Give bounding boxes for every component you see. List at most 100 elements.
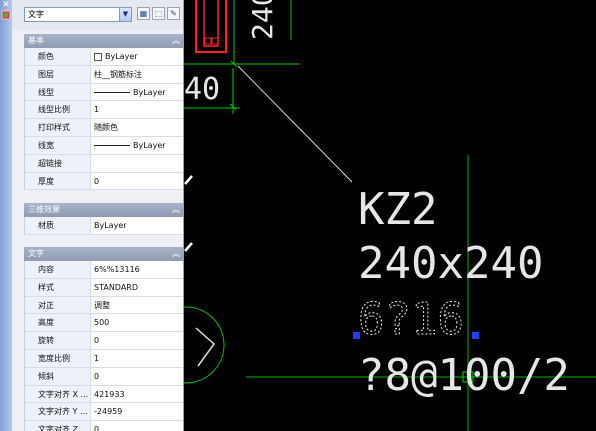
property-label: 超链接 [25,154,91,172]
property-value[interactable]: ByLayer [92,48,183,65]
collapse-icon[interactable]: ︽ [172,34,180,48]
section-title: 文字 [28,249,44,258]
property-row-linetype[interactable]: 线型 ByLayer [25,83,183,102]
property-row-rotation[interactable]: 旋转 0 [25,332,183,350]
property-label: 旋转 [25,332,91,349]
object-type-value: 文字 [28,10,44,19]
property-row-obliquing[interactable]: 倾斜 0 [25,367,183,386]
property-value[interactable]: ByLayer [92,84,183,101]
property-row-thickness[interactable]: 厚度 0 [25,172,183,191]
dimension-text-left: 40 [184,72,220,107]
property-value[interactable]: 500 [92,314,183,331]
lineweight-value: ByLayer [133,140,166,150]
close-icon[interactable]: ✕ [2,1,10,10]
section-header[interactable]: 基本 ︽ [24,34,183,48]
grip-handle[interactable] [353,332,360,339]
palette-options-icon[interactable] [1,10,11,20]
property-value[interactable]: 0 [92,173,183,190]
property-value[interactable]: ByLayer [92,137,183,154]
drawing-fragment [184,242,193,252]
property-value[interactable]: 6%%13116 [92,261,183,278]
collapse-icon[interactable]: ︽ [172,203,180,217]
property-value[interactable]: 调整 [92,297,183,314]
property-label: 文字对齐 X ... [25,385,91,403]
property-label: 图层 [25,65,91,83]
property-row-color[interactable]: 颜色 ByLayer [25,48,183,66]
property-row-hyperlink[interactable]: 超链接 [25,154,183,173]
property-value[interactable]: 柱__钢筋标注 [92,66,183,83]
section-general: 基本 ︽ 颜色 ByLayer 图层 柱__钢筋标注 线型 ByLayer 线型… [24,34,183,191]
property-value[interactable]: 0 [92,332,183,349]
property-row-material[interactable]: 材质 ByLayer [25,217,183,235]
property-value[interactable]: ByLayer [92,217,183,234]
property-value[interactable]: 随颜色 [92,119,183,136]
property-label: 内容 [25,261,91,278]
rebar-marker [211,37,219,45]
property-label: 线型比例 [25,101,91,119]
property-label: 打印样式 [25,119,91,136]
chevron-down-icon[interactable]: ▼ [119,8,131,21]
property-label: 样式 [25,278,91,296]
color-value: ByLayer [105,52,138,61]
color-swatch-icon [94,52,102,61]
property-row-contents[interactable]: 内容 6%%13116 [25,261,183,279]
axis-bubble-symbol [195,327,216,367]
property-value[interactable]: 1 [92,101,183,118]
property-rows: 颜色 ByLayer 图层 柱__钢筋标注 线型 ByLayer 线型比例 1 … [24,48,183,191]
property-label: 倾斜 [25,367,91,385]
column-size-text: 240x240 [358,238,543,289]
property-row-linetype-scale[interactable]: 线型比例 1 [25,101,183,120]
section-title: 三维效果 [28,205,60,214]
property-row-align-x[interactable]: 文字对齐 X ... 421933 [25,385,183,404]
property-value[interactable]: 1 [92,350,183,367]
property-label: 文字对齐 Z [25,421,91,431]
grip-handle[interactable] [472,332,479,339]
property-label: 宽度比例 [25,349,91,367]
quick-select-icon[interactable]: ▦ [137,7,150,20]
property-rows: 内容 6%%13116 样式 STANDARD 对正 调整 高度 500 旋转 … [24,261,183,431]
lineweight-sample-icon [94,144,130,146]
object-type-select[interactable]: 文字 ▼ [24,7,132,22]
property-value[interactable]: 0 [92,368,183,385]
property-label: 高度 [25,314,91,332]
property-value[interactable] [92,155,183,172]
property-value[interactable]: 421933 [92,386,183,403]
select-objects-icon[interactable]: ⬚ [152,7,165,20]
property-row-align-y[interactable]: 文字对齐 Y ... -24959 [25,403,183,422]
column-label-text: KZ2 [358,184,437,235]
property-rows: 材质 ByLayer [24,217,183,235]
section-header[interactable]: 文字 ︽ [24,247,183,261]
property-row-plot-style[interactable]: 打印样式 随颜色 [25,119,183,137]
palette-title-strip[interactable]: ✕ [0,0,12,431]
collapse-icon[interactable]: ︽ [172,247,180,261]
property-label: 颜色 [25,48,91,65]
rebar-marker [204,37,212,45]
property-row-width-factor[interactable]: 宽度比例 1 [25,349,183,368]
property-label: 线型 [25,83,91,101]
toggle-pickadd-icon[interactable]: ✎ [167,7,180,20]
property-value[interactable]: STANDARD [92,279,183,296]
property-row-height[interactable]: 高度 500 [25,314,183,333]
dimension-text-vertical: 240 [246,0,279,40]
property-label: 材质 [25,217,91,234]
property-label: 文字对齐 Y ... [25,403,91,421]
property-row-align-z[interactable]: 文字对齐 Z 0 [25,421,183,431]
linetype-sample-icon [94,91,130,93]
leader-line [237,65,353,183]
palette-toolbar: 文字 ▼ ▦ ⬚ ✎ [12,0,183,30]
property-label: 对正 [25,296,91,314]
property-row-style[interactable]: 样式 STANDARD [25,278,183,297]
section-text: 文字 ︽ 内容 6%%13116 样式 STANDARD 对正 调整 高度 50… [24,247,183,431]
property-row-justify[interactable]: 对正 调整 [25,296,183,315]
properties-palette: 文字 ▼ ▦ ⬚ ✎ 基本 ︽ 颜色 ByLayer 图层 柱__钢筋标注 线型… [12,0,184,431]
property-value[interactable]: -24959 [92,403,183,420]
property-value[interactable]: 0 [92,421,183,431]
property-row-layer[interactable]: 图层 柱__钢筋标注 [25,65,183,84]
section-header[interactable]: 三维效果 ︽ [24,203,183,217]
drawing-fragment [184,175,193,185]
rebar-main-text-selected[interactable]: 6?16 [358,294,465,346]
property-row-lineweight[interactable]: 线宽 ByLayer [25,136,183,155]
rebar-stirrup-text: ?8@100/2 [358,350,570,401]
linetype-value: ByLayer [133,87,166,97]
property-label: 线宽 [25,136,91,154]
